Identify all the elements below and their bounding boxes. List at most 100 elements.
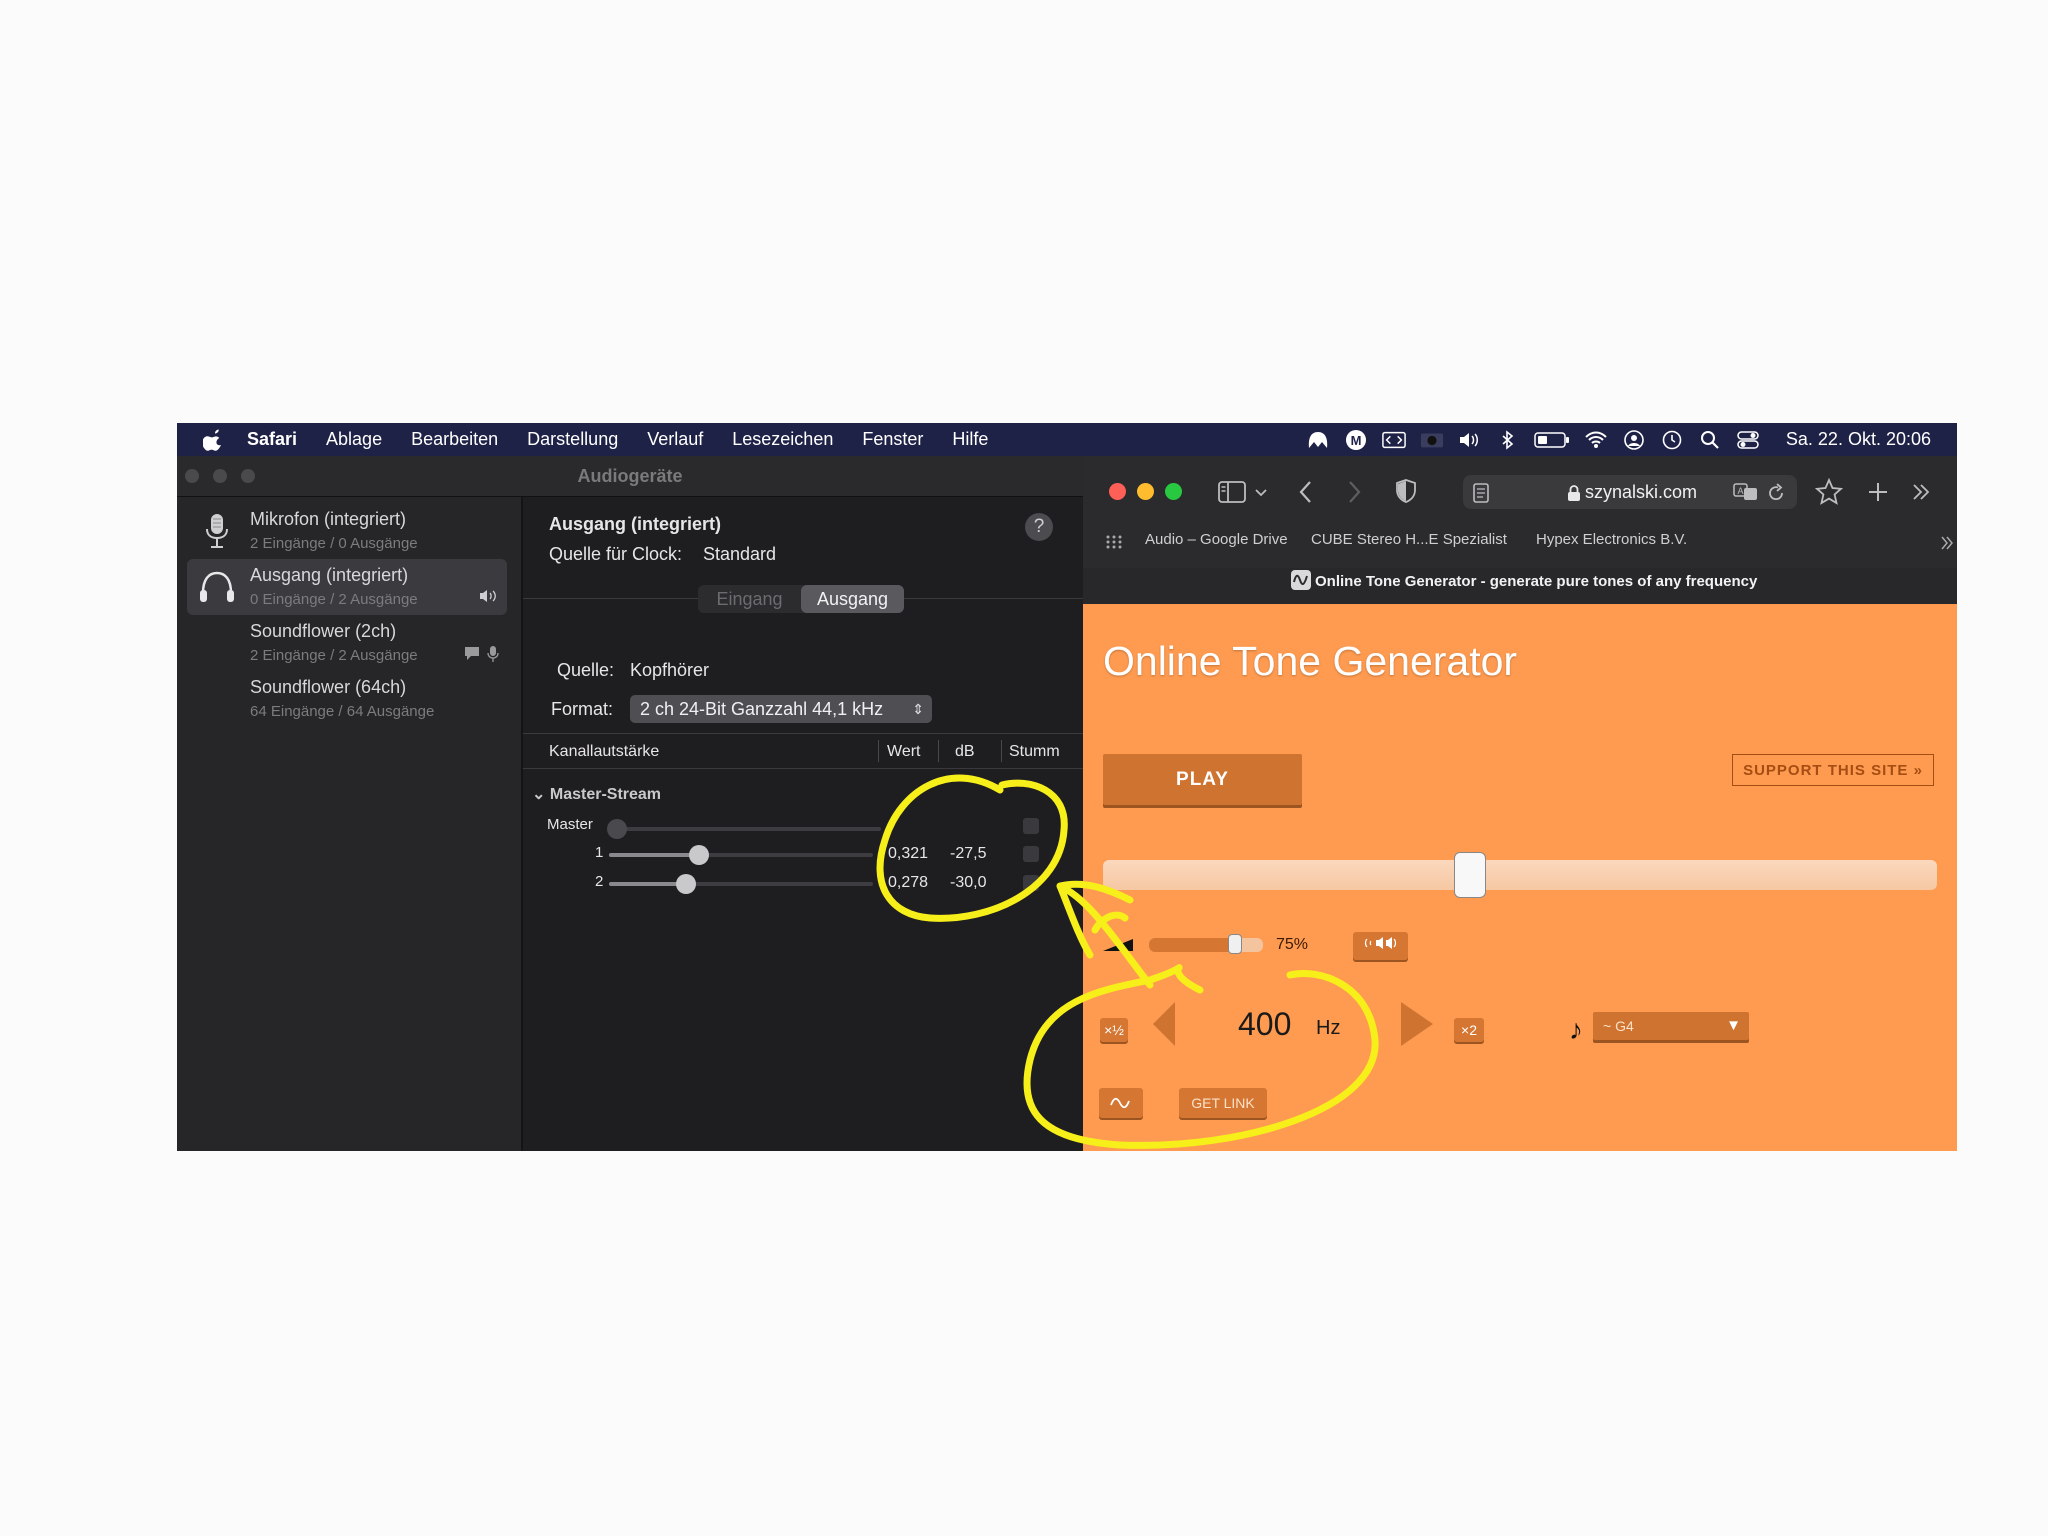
window-titlebar: Audiogeräte bbox=[177, 456, 1083, 497]
menu-lesezeichen[interactable]: Lesezeichen bbox=[732, 429, 833, 450]
master-volume-slider[interactable] bbox=[607, 819, 627, 839]
support-site-link[interactable]: SUPPORT THIS SITE » bbox=[1732, 754, 1934, 786]
frequency-value[interactable]: 400 bbox=[1238, 1006, 1291, 1043]
channel-label: Master bbox=[547, 816, 593, 833]
screenshot: Safari Ablage Bearbeiten Darstellung Ver… bbox=[177, 423, 1957, 1151]
note-value: ~ G4 bbox=[1603, 1018, 1634, 1034]
url-text: szynalski.com bbox=[1585, 482, 1698, 502]
col-wert: Wert bbox=[887, 743, 921, 760]
speakers-icon bbox=[1364, 937, 1396, 949]
control-center-icon[interactable] bbox=[1736, 430, 1760, 450]
group-master-stream[interactable]: ⌄ Master-Stream bbox=[532, 784, 661, 804]
menu-safari[interactable]: Safari bbox=[247, 429, 297, 450]
menu-hilfe[interactable]: Hilfe bbox=[952, 429, 988, 450]
device-detail: Ausgang (integriert) ? Quelle für Clock:… bbox=[523, 497, 1083, 1151]
apple-icon[interactable] bbox=[203, 428, 225, 452]
bookmark-cube-stereo[interactable]: CUBE Stereo H...E Spezialist bbox=[1311, 531, 1507, 548]
device-item-soundflower-2ch[interactable]: Soundflower (2ch) 2 Eingänge / 2 Ausgäng… bbox=[187, 615, 507, 671]
halve-frequency-button[interactable]: ×½ bbox=[1100, 1018, 1128, 1042]
status-area: M Sa. 22. Okt. 20:06 bbox=[1306, 423, 1931, 456]
malwarebytes-icon[interactable] bbox=[1306, 430, 1330, 450]
tone-generator-page: Online Tone Generator PLAY SUPPORT THIS … bbox=[1083, 604, 1957, 1151]
note-select[interactable]: ~ G4 ▼ bbox=[1593, 1012, 1749, 1040]
star-icon[interactable] bbox=[1815, 478, 1843, 506]
bookmark-hypex[interactable]: Hypex Electronics B.V. bbox=[1536, 531, 1687, 548]
back-icon[interactable] bbox=[1298, 480, 1314, 504]
wifi-icon[interactable] bbox=[1584, 430, 1608, 450]
channel-1-volume-slider[interactable] bbox=[688, 845, 709, 865]
help-button[interactable]: ? bbox=[1025, 513, 1053, 541]
tab-title[interactable]: Online Tone Generator - generate pure to… bbox=[1315, 573, 1757, 590]
camera-icon[interactable] bbox=[1420, 430, 1444, 450]
volume-table-header: Kanallautstärke Wert dB Stumm bbox=[523, 733, 1083, 769]
translate-icon[interactable]: A bbox=[1733, 482, 1759, 502]
increase-frequency-icon[interactable] bbox=[1401, 1002, 1433, 1046]
menu-bearbeiten[interactable]: Bearbeiten bbox=[411, 429, 498, 450]
user-icon[interactable] bbox=[1622, 429, 1646, 450]
m-badge-icon[interactable]: M bbox=[1344, 429, 1368, 450]
play-button[interactable]: PLAY bbox=[1103, 754, 1302, 805]
channel-2-mute-checkbox[interactable] bbox=[1023, 875, 1039, 891]
device-io: 2 Eingänge / 2 Ausgänge bbox=[250, 647, 418, 664]
bookmarks-overflow-icon[interactable] bbox=[1940, 536, 1954, 550]
chevron-down-icon[interactable] bbox=[1255, 488, 1267, 498]
volume-slider-thumb[interactable] bbox=[1227, 934, 1242, 954]
forward-icon[interactable] bbox=[1346, 480, 1362, 504]
frequency-slider-thumb[interactable] bbox=[1453, 852, 1486, 898]
shield-icon[interactable] bbox=[1395, 478, 1417, 504]
source-value[interactable]: Kopfhörer bbox=[630, 660, 709, 681]
address-bar[interactable]: szynalski.com A bbox=[1463, 475, 1797, 509]
bookmark-audio-google-drive[interactable]: Audio – Google Drive bbox=[1145, 531, 1288, 548]
frequency-slider-track[interactable] bbox=[1103, 860, 1937, 890]
tab-eingang[interactable]: Eingang bbox=[698, 585, 801, 613]
tab-ausgang[interactable]: Ausgang bbox=[801, 585, 904, 613]
menu-ablage[interactable]: Ablage bbox=[326, 429, 382, 450]
device-item-mikrofon[interactable]: Mikrofon (integriert) 2 Eingänge / 0 Aus… bbox=[187, 503, 507, 559]
grid-icon[interactable] bbox=[1105, 534, 1123, 550]
volume-icon[interactable] bbox=[1458, 430, 1482, 450]
channel-2-volume-slider[interactable] bbox=[675, 874, 696, 894]
device-item-soundflower-64ch[interactable]: Soundflower (64ch) 64 Eingänge / 64 Ausg… bbox=[187, 671, 507, 727]
sidebar-icon[interactable] bbox=[1218, 481, 1246, 503]
menu-verlauf[interactable]: Verlauf bbox=[647, 429, 703, 450]
device-name: Ausgang (integriert) bbox=[250, 565, 409, 585]
clock-source-value[interactable]: Standard bbox=[703, 544, 776, 565]
volume-wedge-icon bbox=[1103, 939, 1133, 951]
balance-button[interactable] bbox=[1353, 932, 1408, 960]
decrease-frequency-icon[interactable] bbox=[1153, 1002, 1175, 1046]
more-chevrons-icon[interactable] bbox=[1911, 483, 1931, 501]
channel-1-mute-checkbox[interactable] bbox=[1023, 846, 1039, 862]
audio-devices-window: Audiogeräte Mikrofon (integriert) 2 Eing… bbox=[177, 456, 1083, 1151]
minimize-button[interactable] bbox=[1137, 483, 1154, 500]
menu-clock[interactable]: Sa. 22. Okt. 20:06 bbox=[1786, 429, 1931, 450]
menu-darstellung[interactable]: Darstellung bbox=[527, 429, 618, 450]
alert-bubble-icon bbox=[465, 647, 479, 660]
time-machine-icon[interactable] bbox=[1660, 430, 1684, 450]
lock-icon bbox=[1568, 485, 1580, 501]
safari-toolbar: szynalski.com A Audio – Google Drive CUB… bbox=[1083, 456, 1957, 568]
waveform-button[interactable] bbox=[1099, 1088, 1143, 1118]
close-button[interactable] bbox=[1109, 483, 1126, 500]
reload-icon[interactable] bbox=[1766, 483, 1786, 503]
device-io: 2 Eingänge / 0 Ausgänge bbox=[250, 535, 418, 552]
format-label: Format: bbox=[551, 699, 614, 719]
master-mute-checkbox[interactable] bbox=[1023, 818, 1039, 834]
device-name: Soundflower (2ch) bbox=[250, 621, 397, 641]
format-select[interactable]: 2 ch 24-Bit Ganzzahl 44,1 kHz ⇕ bbox=[630, 695, 932, 723]
col-kanallautstaerke: Kanallautstärke bbox=[549, 743, 660, 760]
reader-icon[interactable] bbox=[1473, 483, 1489, 503]
new-tab-icon[interactable] bbox=[1867, 481, 1889, 503]
bluetooth-icon[interactable] bbox=[1496, 429, 1520, 450]
spotlight-icon[interactable] bbox=[1698, 430, 1722, 450]
channel-1-value: 0,321 bbox=[888, 845, 929, 862]
code-icon[interactable] bbox=[1382, 430, 1406, 450]
device-item-ausgang[interactable]: Ausgang (integriert) 0 Eingänge / 2 Ausg… bbox=[187, 559, 507, 615]
get-link-button[interactable]: GET LINK bbox=[1179, 1088, 1267, 1118]
volume-percent: 75% bbox=[1276, 936, 1309, 953]
battery-icon[interactable] bbox=[1534, 430, 1570, 450]
double-frequency-button[interactable]: ×2 bbox=[1454, 1018, 1484, 1042]
menu-fenster[interactable]: Fenster bbox=[862, 429, 923, 450]
channel-1-db: -27,5 bbox=[950, 845, 987, 862]
zoom-button[interactable] bbox=[1165, 483, 1182, 500]
detail-title: Ausgang (integriert) bbox=[549, 514, 722, 534]
